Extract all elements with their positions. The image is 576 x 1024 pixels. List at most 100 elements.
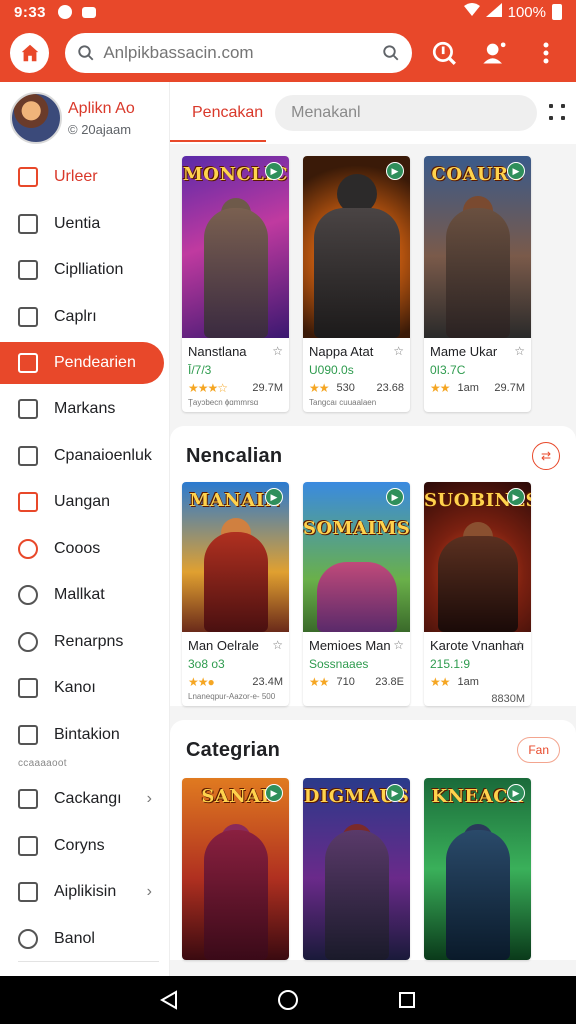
filter-input[interactable]: [275, 95, 538, 131]
favorite-star-icon[interactable]: ☆: [514, 344, 525, 358]
game-meta: Ţayɔbecn ɸɑmmrsɑ: [188, 398, 259, 407]
section-title: Nencalian: [186, 444, 283, 467]
sidebar-item-caplri[interactable]: Caplrı: [0, 294, 170, 341]
game-card[interactable]: COAURC ▶ Mame Ukar ☆ 0I3.7C ★★ 1am 29.7M: [424, 156, 531, 412]
search-action-button[interactable]: [424, 33, 463, 73]
sidebar-item-kanoi[interactable]: Kanoı: [0, 665, 170, 712]
more-options-button[interactable]: [527, 33, 566, 73]
recents-button[interactable]: [394, 987, 420, 1013]
game-cover: SANAI ▶: [182, 778, 289, 960]
rating-stars: ★★: [430, 381, 450, 395]
account-button[interactable]: [475, 33, 514, 73]
mail-icon: [18, 399, 38, 420]
check-box-icon: [18, 789, 38, 810]
search-bar[interactable]: [65, 33, 412, 73]
section-nencalian: Nencalian ⇄ MANAIN ▶ Man Oelrale ☆ 3o8 o…: [170, 426, 576, 706]
character-figure: [203, 532, 268, 632]
sidebar-item-urleer[interactable]: Urleer: [0, 154, 170, 201]
battery-icon: [552, 4, 562, 20]
favorite-star-icon[interactable]: ☆: [514, 638, 525, 652]
game-cover: DIGMAUS ▶: [303, 778, 410, 960]
sidebar-item-label: Banol: [54, 929, 95, 947]
rating-stars: ★★: [309, 675, 329, 689]
main-content: Pencakan MONCLIC ▶ Nanstlana ☆ Ī/7/3 ★★★…: [170, 82, 576, 976]
sidebar-item-pendearien[interactable]: Pendearien: [0, 342, 164, 384]
wifi-icon: [463, 3, 480, 21]
play-badge-icon[interactable]: ▶: [386, 162, 404, 180]
home-button[interactable]: [10, 33, 50, 73]
home-nav-button[interactable]: [275, 987, 301, 1013]
sidebar-divider: [18, 961, 159, 962]
game-name: Mame Ukar: [430, 344, 498, 359]
game-card[interactable]: KNEACR ▶: [424, 778, 531, 960]
sidebar-item-uentia[interactable]: Uentia: [0, 201, 170, 248]
sidebar-item-cooos[interactable]: Cooos: [0, 526, 170, 573]
play-badge-icon[interactable]: ▶: [265, 488, 283, 506]
game-card[interactable]: DIGMAUS ▶: [303, 778, 410, 960]
game-name: Memioes Man: [309, 638, 391, 653]
game-card[interactable]: MANAIN ▶ Man Oelrale ☆ 3o8 o3 ★★● 23.4M L…: [182, 482, 289, 706]
sidebar-item-markans[interactable]: Markans: [0, 386, 170, 433]
x-box-icon: [18, 167, 38, 188]
sidebar-item-mallkat[interactable]: Mallkat: [0, 572, 170, 619]
search-submit-icon[interactable]: [382, 44, 400, 62]
featured-row: MONCLIC ▶ Nanstlana ☆ Ī/7/3 ★★★☆ 29.7M Ţa…: [170, 156, 576, 412]
game-meta: Lnaneqpur-Aazor-e- 500: [188, 692, 276, 701]
game-card[interactable]: SOMAIMS ▶ Memioes Man ☆ Sossnaaes ★★ 710 2…: [303, 482, 410, 706]
game-cover: SUOBINES ▶: [424, 482, 531, 632]
play-badge-icon[interactable]: ▶: [265, 784, 283, 802]
game-subtitle: 3o8 o3: [188, 657, 225, 671]
sidebar-item-cpanaioenluk[interactable]: Cpanaioenluk: [0, 433, 170, 480]
sidebar-item-ciplliation[interactable]: Ciplliation: [0, 247, 170, 294]
grid-view-button[interactable]: [549, 104, 567, 122]
sidebar-item-label: Mallkat: [54, 586, 105, 604]
play-badge-icon[interactable]: ▶: [265, 162, 283, 180]
sidebar-item-label: Coryns: [54, 836, 105, 854]
game-card[interactable]: SANAI ▶: [182, 778, 289, 960]
play-badge-icon[interactable]: ▶: [507, 784, 525, 802]
game-card[interactable]: ▶ Nappa Atat ☆ U090.0s ★★ 530 23.68 Tangca…: [303, 156, 410, 412]
section-action-button[interactable]: Fan: [517, 737, 560, 763]
section-refresh-button[interactable]: ⇄: [532, 442, 560, 470]
game-size: 29.7M: [252, 382, 283, 394]
sidebar-item-banol[interactable]: Banol: [0, 916, 170, 963]
character-figure: [313, 208, 400, 338]
character-figure: [445, 208, 510, 338]
sidebar-item-label: Markans: [54, 400, 116, 418]
tab-pencakan[interactable]: Pencakan: [192, 104, 263, 122]
sidebar: Aplikn Ao © 20ajaam Urleer Uentia Ciplli…: [0, 82, 170, 976]
main-topbar: Pencakan: [170, 82, 576, 144]
sidebar-item-coryns[interactable]: Coryns: [0, 823, 170, 870]
sidebar-item-uangan[interactable]: Uangan: [0, 479, 170, 526]
favorite-star-icon[interactable]: ☆: [393, 638, 404, 652]
back-button[interactable]: [156, 987, 182, 1013]
game-subtitle: 0I3.7C: [430, 363, 466, 377]
sidebar-item-label: Renarpns: [54, 632, 124, 650]
sidebar-item-label: Uangan: [54, 493, 111, 511]
favorite-star-icon[interactable]: ☆: [272, 638, 283, 652]
status-bar: 9:33 100%: [0, 0, 576, 24]
rating-value: 1am: [457, 676, 479, 688]
favorite-star-icon[interactable]: ☆: [272, 344, 283, 358]
game-cover: MANAIN ▶: [182, 482, 289, 632]
play-badge-icon[interactable]: ▶: [507, 488, 525, 506]
sidebar-item-cackangi[interactable]: Cackangı ›: [0, 776, 170, 823]
sidebar-item-renarpns[interactable]: Renarpns: [0, 619, 170, 666]
favorite-star-icon[interactable]: ☆: [393, 344, 404, 358]
rating-value: 530: [336, 382, 355, 394]
chart-icon: [18, 492, 38, 513]
play-badge-icon[interactable]: ▶: [507, 162, 525, 180]
clock-icon: [18, 538, 38, 559]
game-subtitle: Ī/7/3: [188, 363, 212, 377]
play-badge-icon[interactable]: ▶: [386, 488, 404, 506]
sidebar-item-bintakion[interactable]: Bintakion: [0, 712, 170, 759]
game-cover: SOMAIMS ▶: [303, 482, 410, 632]
game-subtitle: Sossnaaes: [309, 657, 369, 671]
search-input[interactable]: [103, 43, 382, 63]
game-card[interactable]: SUOBINES ▶ Karote Vnanhan ☆ 215.1:9 ★★ 1a…: [424, 482, 531, 706]
play-badge-icon[interactable]: ▶: [386, 784, 404, 802]
game-card[interactable]: MONCLIC ▶ Nanstlana ☆ Ī/7/3 ★★★☆ 29.7M Ţa…: [182, 156, 289, 412]
battery-percent: 100%: [507, 3, 546, 21]
sidebar-item-aiplikisin[interactable]: Aiplikisin ›: [0, 869, 170, 916]
profile[interactable]: Aplikn Ao © 20ajaam: [10, 92, 135, 144]
